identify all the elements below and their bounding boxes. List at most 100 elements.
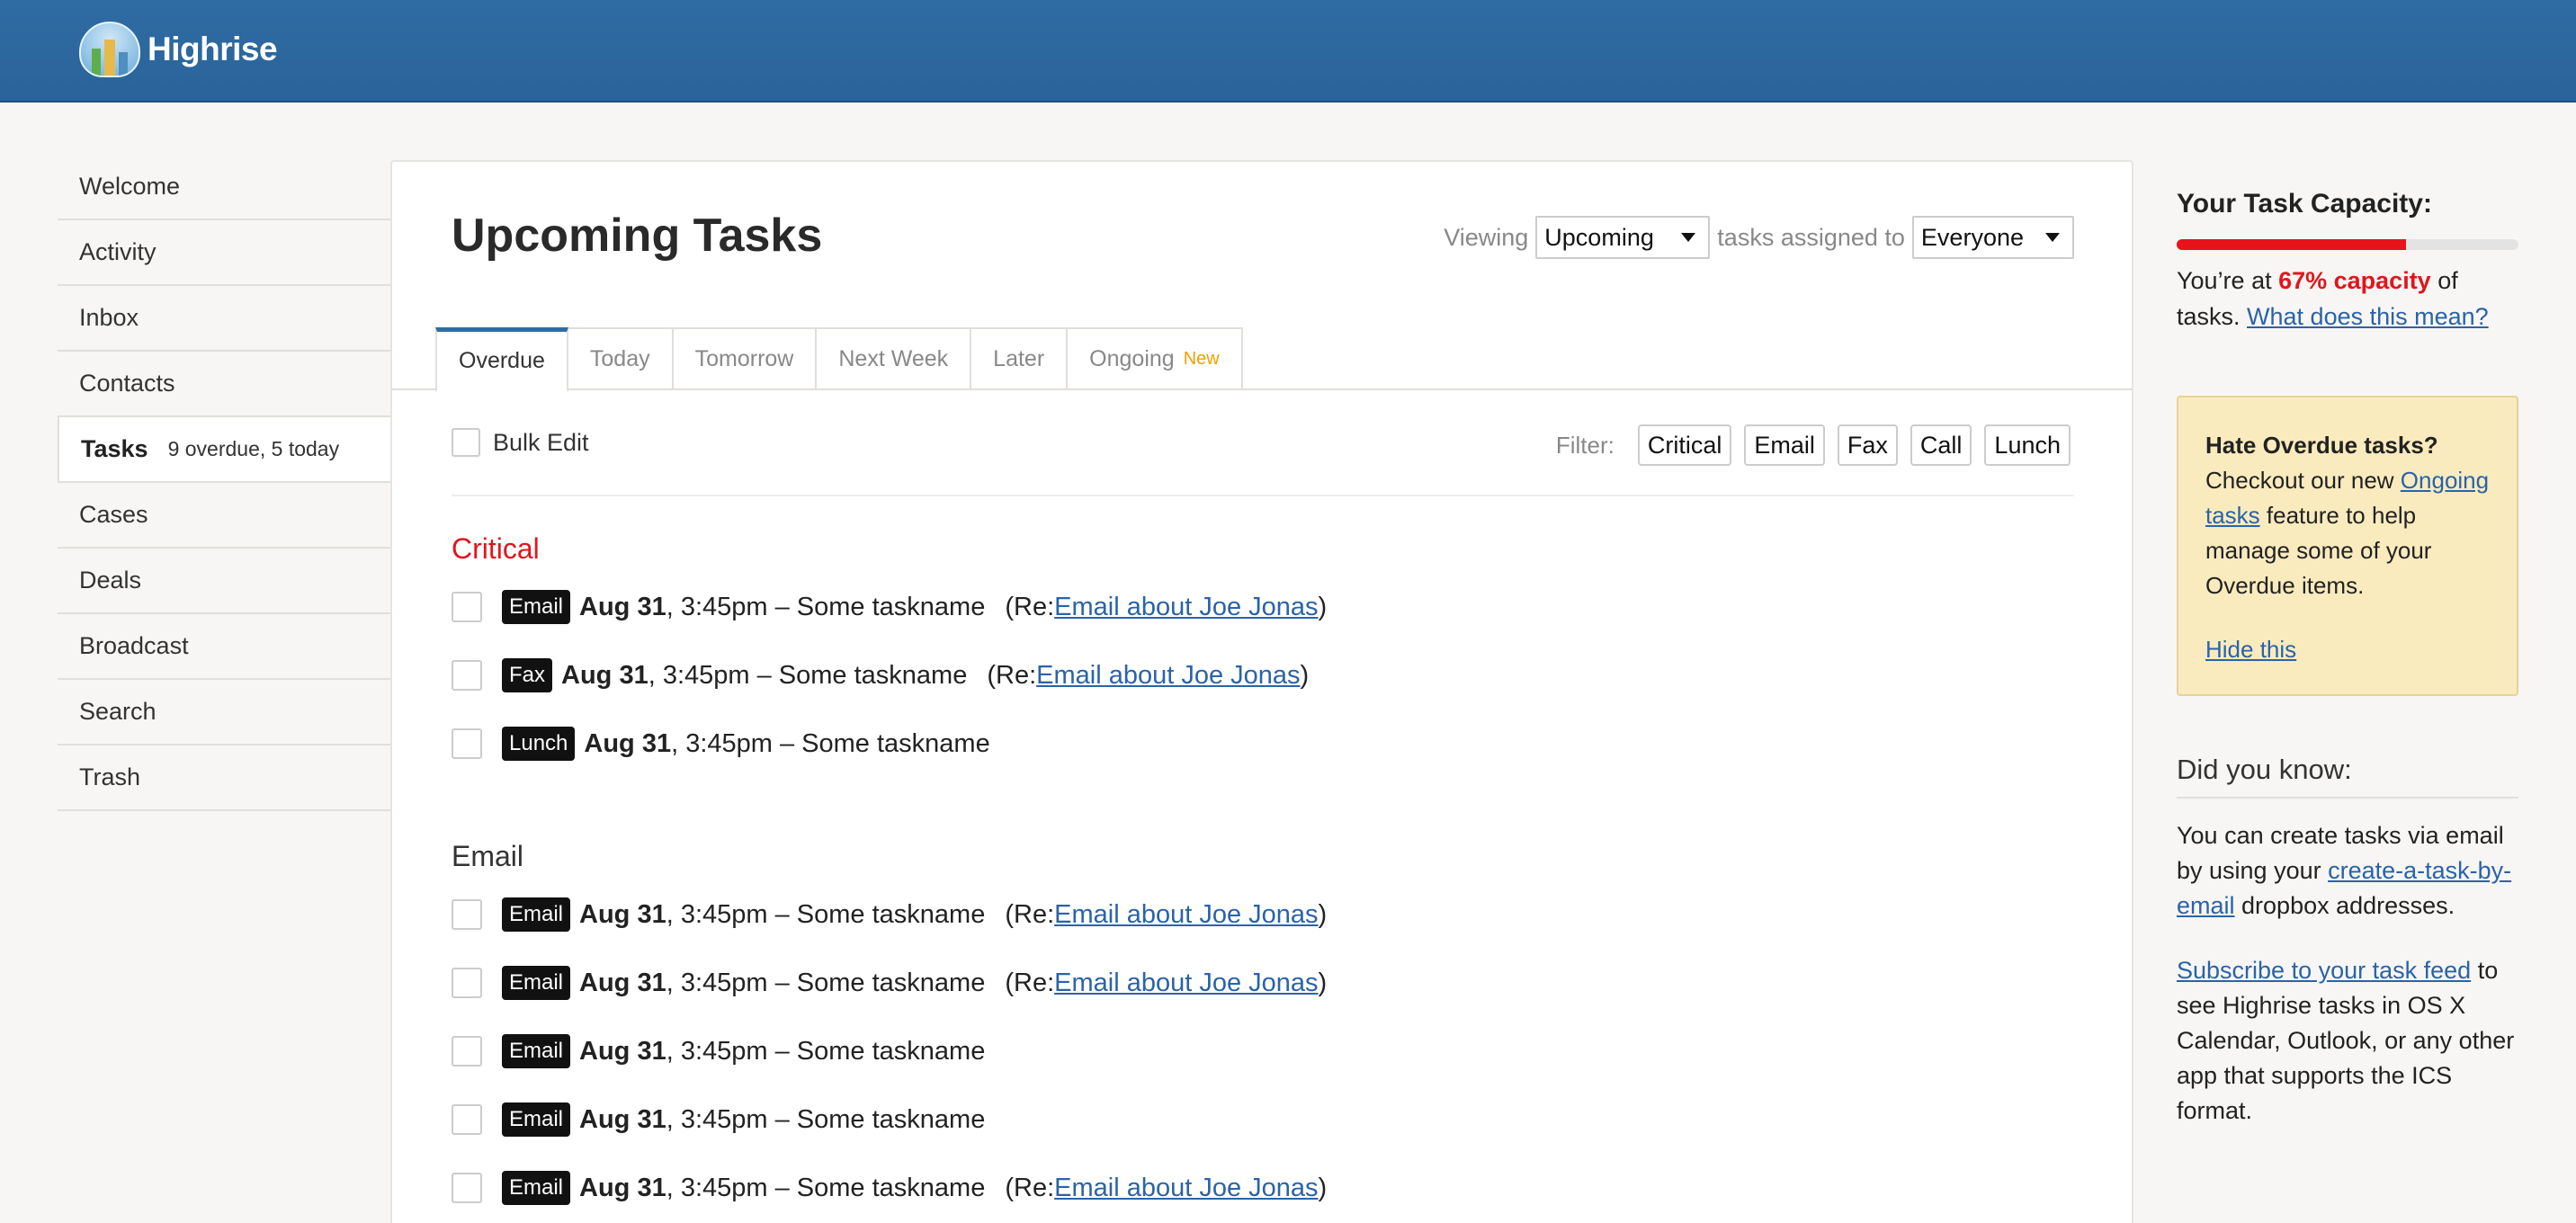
task-checkbox[interactable] <box>452 1173 482 1203</box>
capacity-help-link[interactable]: What does this mean? <box>2247 303 2489 330</box>
task-tag: Email <box>502 966 571 1000</box>
task-checkbox[interactable] <box>452 1104 482 1135</box>
filter-call-button[interactable]: Call <box>1910 424 1972 466</box>
sidebar-item-label: Trash <box>79 763 141 790</box>
overdue-tip-box: Hate Overdue tasks? Checkout our new Ong… <box>2177 396 2518 696</box>
sidebar-item-cases[interactable]: Cases <box>58 483 392 549</box>
sidebar-item-label: Inbox <box>79 304 139 331</box>
task-row: Email Aug 31 , 3:45pm – Some taskname (R… <box>452 590 1327 624</box>
task-re-suffix: ) <box>1318 968 1328 997</box>
task-tabs: Overdue Today Tomorrow Next Week Later O… <box>435 327 1243 392</box>
sidebar-item-trash[interactable]: Trash <box>58 745 392 811</box>
tab-overdue[interactable]: Overdue <box>435 327 568 392</box>
task-checkbox[interactable] <box>452 1036 482 1067</box>
task-tag: Email <box>502 1034 571 1068</box>
task-text: , 3:45pm – Some taskname <box>666 1173 986 1202</box>
tasks-count-summary: 9 overdue, 5 today <box>167 437 340 460</box>
task-tag: Lunch <box>502 727 576 761</box>
capacity-bar-fill <box>2177 239 2406 250</box>
task-re-link[interactable]: Email about Joe Jonas <box>1054 593 1318 622</box>
bulk-edit-label: Bulk Edit <box>493 428 589 456</box>
tip-text-1: Checkout our new <box>2205 467 2401 494</box>
task-row: Fax Aug 31 , 3:45pm – Some taskname (Re:… <box>452 658 1309 692</box>
task-text: , 3:45pm – Some taskname <box>666 1104 986 1134</box>
task-re-suffix: ) <box>1318 592 1328 621</box>
tab-later[interactable]: Later <box>971 327 1069 390</box>
task-re-suffix: ) <box>1318 899 1328 929</box>
sidebar-item-label: Tasks <box>81 435 148 462</box>
task-re-prefix: (Re: <box>1005 1173 1055 1202</box>
sidebar-item-inbox[interactable]: Inbox <box>58 286 392 352</box>
tab-tomorrow[interactable]: Tomorrow <box>673 327 818 390</box>
task-re-suffix: ) <box>1300 660 1310 690</box>
sidebar-item-activity[interactable]: Activity <box>58 220 392 286</box>
task-row: Email Aug 31 , 3:45pm – Some taskname (R… <box>452 897 1327 932</box>
tab-next-week[interactable]: Next Week <box>817 327 972 390</box>
assignee-select[interactable]: Everyone <box>1911 216 2074 259</box>
sidebar-item-contacts[interactable]: Contacts <box>58 352 392 417</box>
tab-label: Next Week <box>838 345 949 371</box>
task-re-prefix: (Re: <box>1005 592 1055 621</box>
caret-down-icon <box>1681 233 1696 242</box>
task-checkbox[interactable] <box>452 968 482 998</box>
tab-label: Today <box>589 345 650 371</box>
view-controls: Viewing Upcoming tasks assigned to Every… <box>1444 216 2074 259</box>
sidebar-nav: Welcome Activity Inbox Contacts Tasks 9 … <box>58 155 396 811</box>
sidebar-item-search[interactable]: Search <box>58 680 392 745</box>
caret-down-icon <box>2045 233 2060 242</box>
task-row: Lunch Aug 31 , 3:45pm – Some taskname <box>452 727 990 761</box>
tab-label: Overdue <box>459 348 545 373</box>
task-checkbox[interactable] <box>452 660 482 691</box>
task-tag: Email <box>502 1102 571 1137</box>
filter-critical-button[interactable]: Critical <box>1637 424 1732 466</box>
task-tag: Email <box>502 897 571 932</box>
task-checkbox[interactable] <box>452 728 482 759</box>
task-date: Aug 31 <box>579 899 666 929</box>
sidebar-item-welcome[interactable]: Welcome <box>58 155 392 220</box>
sidebar-item-label: Search <box>79 698 157 725</box>
sidebar-item-tasks[interactable]: Tasks 9 overdue, 5 today <box>58 415 396 483</box>
bulk-edit[interactable]: Bulk Edit <box>452 428 589 457</box>
task-row: Email Aug 31 , 3:45pm – Some taskname (R… <box>452 966 1327 1000</box>
tab-label: Ongoing <box>1089 345 1175 371</box>
task-date: Aug 31 <box>579 592 666 621</box>
task-checkbox[interactable] <box>452 899 482 930</box>
highrise-logo-icon <box>79 22 140 77</box>
capacity-text-before: You’re at <box>2177 267 2279 294</box>
hide-tip-link[interactable]: Hide this <box>2205 632 2296 667</box>
filter-email-button[interactable]: Email <box>1744 424 1825 466</box>
sidebar-item-label: Cases <box>79 501 148 528</box>
viewing-select[interactable]: Upcoming <box>1535 216 1711 259</box>
filter-lunch-button[interactable]: Lunch <box>1984 424 2071 466</box>
viewing-label: Viewing <box>1444 223 1529 251</box>
task-re-link[interactable]: Email about Joe Jonas <box>1054 1174 1318 1203</box>
sidebar-item-broadcast[interactable]: Broadcast <box>58 614 392 680</box>
task-checkbox[interactable] <box>452 592 482 622</box>
filter-fax-button[interactable]: Fax <box>1837 424 1898 466</box>
sidebar-item-label: Welcome <box>79 173 181 200</box>
app-name: Highrise <box>148 31 278 67</box>
task-re-link[interactable]: Email about Joe Jonas <box>1054 969 1318 998</box>
task-text: , 3:45pm – Some taskname <box>671 728 990 758</box>
task-re-link[interactable]: Email about Joe Jonas <box>1054 900 1318 930</box>
app-logo[interactable]: Highrise <box>79 20 278 79</box>
assigned-label: tasks assigned to <box>1717 223 1905 251</box>
task-text: , 3:45pm – Some taskname <box>666 1036 986 1066</box>
capacity-text: You’re at 67% capacity of tasks. What do… <box>2177 263 2518 335</box>
task-date: Aug 31 <box>584 728 672 758</box>
filter-bar: Filter: Critical Email Fax Call Lunch <box>1556 424 2071 466</box>
task-text: , 3:45pm – Some taskname <box>666 968 986 997</box>
task-text: , 3:45pm – Some taskname <box>666 592 986 621</box>
tab-ongoing[interactable]: Ongoing New <box>1068 327 1243 390</box>
task-text: , 3:45pm – Some taskname <box>648 660 968 690</box>
subscribe-task-feed-link[interactable]: Subscribe to your task feed <box>2177 957 2471 984</box>
sidebar-item-deals[interactable]: Deals <box>58 549 392 614</box>
tasks-panel: Upcoming Tasks Viewing Upcoming tasks as… <box>390 160 2133 1223</box>
task-date: Aug 31 <box>579 968 666 997</box>
bulk-edit-checkbox[interactable] <box>452 428 480 457</box>
assignee-select-value: Everyone <box>1920 223 2024 251</box>
task-tag: Email <box>502 1171 571 1205</box>
task-re-link[interactable]: Email about Joe Jonas <box>1036 661 1300 691</box>
capacity-percent: 67% capacity <box>2278 267 2431 294</box>
tab-today[interactable]: Today <box>568 327 674 390</box>
